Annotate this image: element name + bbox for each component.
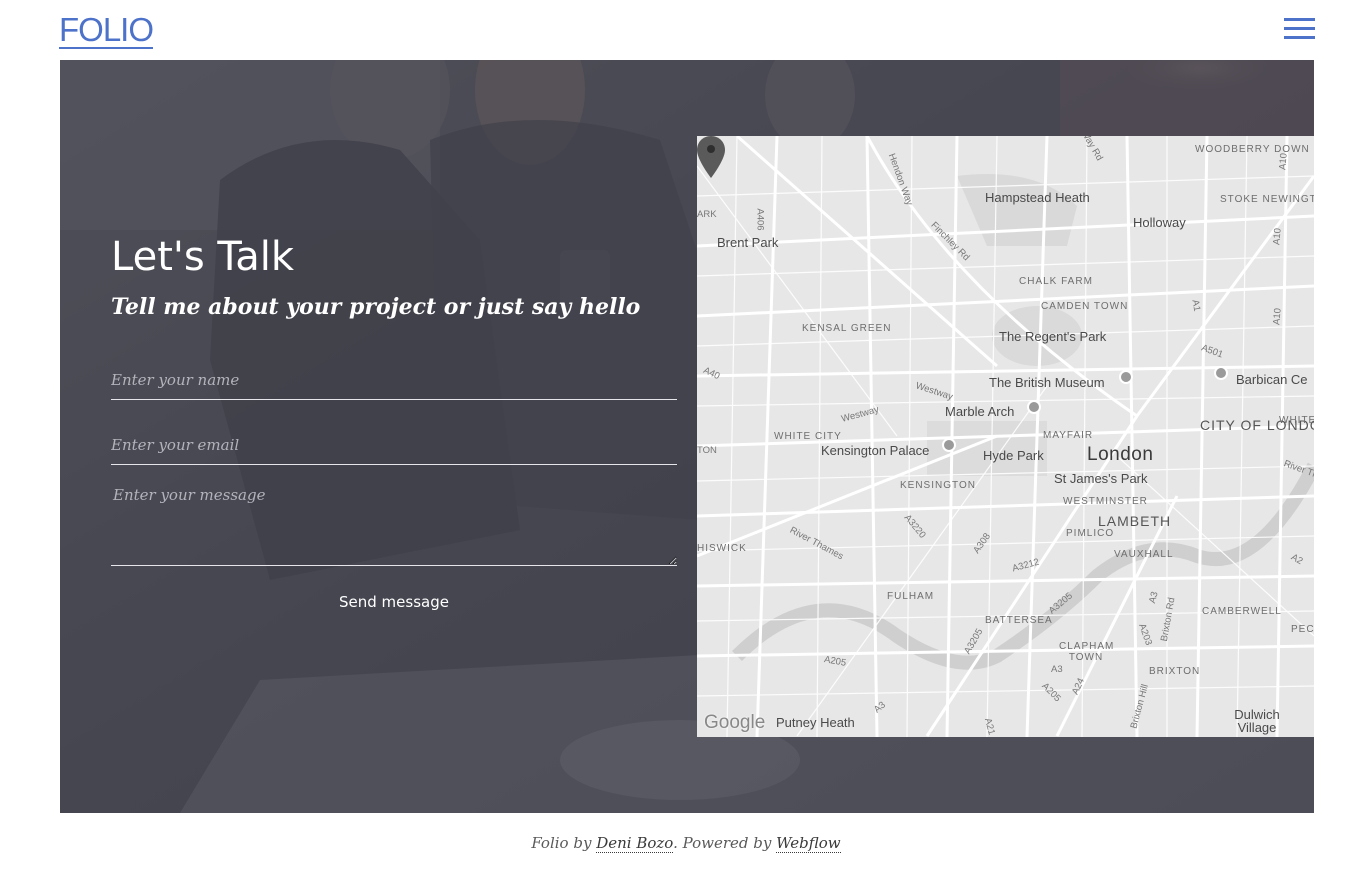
kensington-palace-poi-icon[interactable] — [942, 438, 956, 452]
map-label: PECKHA — [1291, 624, 1314, 635]
map-label: Barbican Ce — [1236, 372, 1308, 387]
logo[interactable]: FOLIO — [59, 13, 154, 49]
museum-poi-icon[interactable] — [1119, 370, 1133, 384]
map-label: CAMBERWELL — [1202, 606, 1282, 617]
map-label: KENSAL GREEN — [802, 323, 892, 334]
map-label: WHITECH — [1279, 415, 1314, 426]
hamburger-menu-icon[interactable] — [1284, 18, 1315, 40]
contact-section: Let's Talk Tell me about your project or… — [60, 60, 1314, 813]
map-label: Kensington Palace — [821, 443, 930, 458]
map-label: St James's Park — [1054, 471, 1148, 486]
map-label: FULHAM — [887, 591, 935, 602]
map-label: TON — [697, 445, 717, 456]
footer-prefix: Folio by — [531, 834, 597, 852]
map-label: A10 — [1271, 227, 1284, 246]
map-label: WHITE CITY — [774, 431, 842, 442]
map-label: A10 — [1277, 152, 1290, 171]
map-label: PIMLICO — [1066, 528, 1115, 539]
map-label: VAUXHALL — [1114, 549, 1174, 560]
map-label: CHALK FARM — [1019, 276, 1093, 287]
name-input[interactable] — [111, 360, 677, 400]
map-label: Holloway — [1133, 215, 1186, 230]
location-pin-icon[interactable] — [697, 136, 725, 178]
map-label: ARK — [697, 209, 717, 220]
map-label: A10 — [1271, 307, 1284, 326]
map-label: CAMDEN TOWN — [1041, 301, 1129, 312]
map-label: A3 — [1051, 664, 1063, 675]
map-label: Marble Arch — [945, 404, 1015, 419]
map-label: STOKE NEWINGTON — [1220, 194, 1314, 205]
footer: Folio by Deni Bozo. Powered by Webflow — [0, 831, 1372, 855]
map-label: A1 — [1189, 298, 1203, 313]
map-label: WESTMINSTER — [1063, 496, 1148, 507]
marble-arch-poi-icon[interactable] — [1027, 400, 1041, 414]
map-label: The Regent's Park — [999, 329, 1107, 344]
map-label: KENSINGTON — [900, 480, 976, 491]
map-label: LAMBETH — [1098, 513, 1172, 529]
send-message-button[interactable]: Send message — [330, 589, 458, 615]
barbican-poi-icon[interactable] — [1214, 366, 1228, 380]
map-label: Putney Heath — [776, 715, 855, 730]
author-link[interactable]: Deni Bozo — [596, 834, 674, 853]
map-label: WOODBERRY DOWN — [1195, 144, 1310, 155]
email-input[interactable] — [111, 425, 677, 465]
map-label: Dulwich Village — [1234, 707, 1280, 735]
map-label: Hyde Park — [983, 448, 1044, 463]
google-logo[interactable]: Google — [704, 712, 765, 734]
page-subtitle: Tell me about your project or just say h… — [111, 294, 641, 320]
page-title: Let's Talk — [111, 234, 295, 280]
map-label: A406 — [754, 208, 766, 231]
map-label: BRIXTON — [1149, 666, 1201, 677]
google-map[interactable]: WOODBERRY DOWN Hampstead Heath Holloway … — [697, 136, 1314, 737]
webflow-link[interactable]: Webflow — [776, 834, 841, 853]
map-label: HISWICK — [697, 543, 747, 554]
map-label: London — [1087, 444, 1154, 465]
map-label: CLAPHAM TOWN — [1059, 641, 1115, 663]
message-textarea[interactable] — [111, 486, 677, 566]
footer-middle: . Powered by — [673, 834, 777, 852]
map-label: Brent Park — [717, 235, 779, 250]
map-label: Hampstead Heath — [985, 190, 1090, 205]
map-label: MAYFAIR — [1043, 430, 1094, 441]
map-label: The British Museum — [989, 375, 1105, 390]
map-label: BATTERSEA — [985, 615, 1053, 626]
